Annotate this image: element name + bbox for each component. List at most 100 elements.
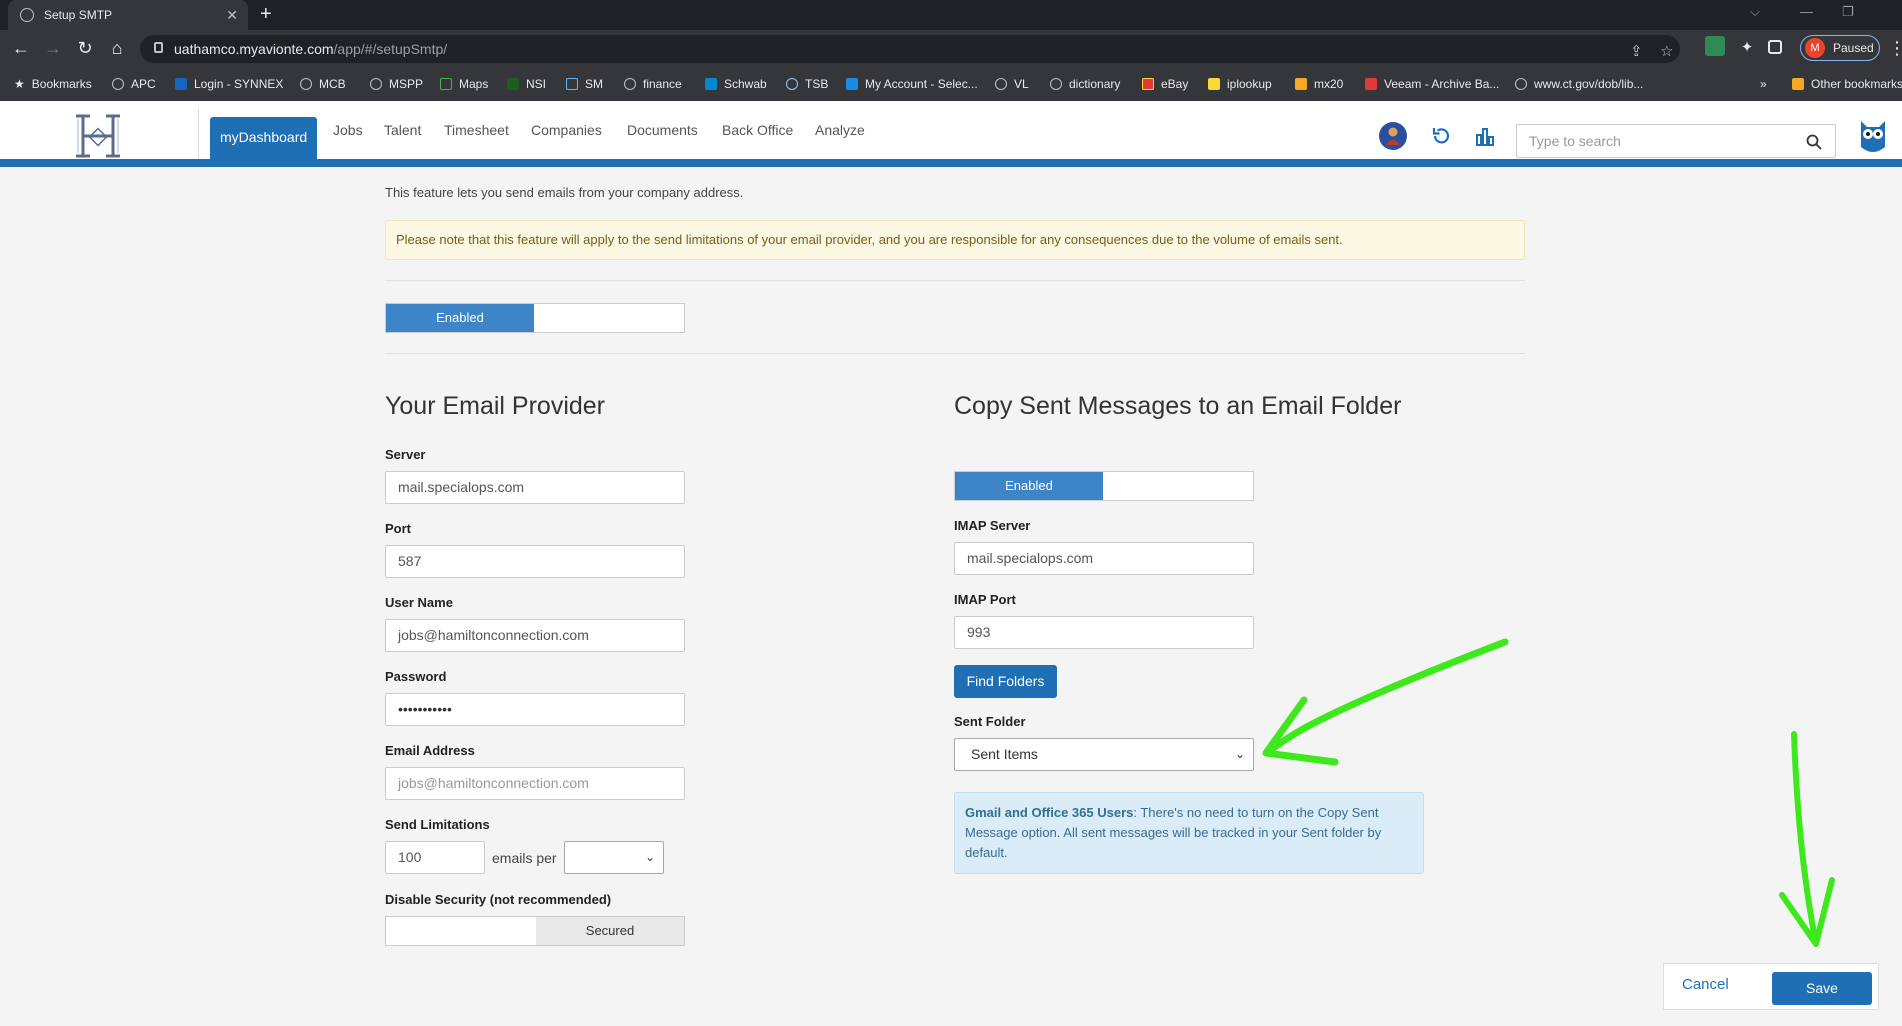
bookmark-item[interactable]: VL [995,77,1029,91]
bookmark-label: NSI [526,77,547,91]
sent-folder-select[interactable]: Sent Items ⌄ [954,738,1254,771]
tsb-icon [786,78,798,90]
bookmark-label: www.ct.gov/dob/lib... [1534,77,1644,91]
send-limit-period-select[interactable]: ⌄ [564,841,664,874]
minimize-icon[interactable]: — [1800,4,1813,19]
bookmark-item[interactable]: iplookup [1208,77,1272,91]
hamilton-logo[interactable] [72,113,124,159]
schwab-icon [705,78,717,90]
imap-port-input[interactable]: 993 [954,616,1254,649]
find-folders-button[interactable]: Find Folders [954,665,1057,698]
bookmark-label: MSPP [389,77,424,91]
tab-title: Setup SMTP [44,8,113,22]
bookmark-item[interactable]: Maps [440,77,488,91]
security-toggle[interactable]: Secured [385,916,685,946]
forward-icon[interactable]: → [42,38,64,59]
port-label: Port [385,521,411,536]
youtube-icon [1365,78,1377,90]
nav-back-office[interactable]: Back Office [722,101,793,159]
globe-icon [995,78,1007,90]
url-path: /app/#/setupSmtp/ [333,41,448,57]
bookmark-item[interactable]: ★ Bookmarks [14,77,92,91]
star-icon: ★ [14,77,25,91]
bookmark-item[interactable]: Other bookmarks [1792,77,1902,91]
tab-search-icon[interactable]: ⌵ [1750,4,1760,20]
smtp-enabled-toggle[interactable]: Enabled [385,303,685,333]
bookmark-item[interactable]: Schwab [705,77,767,91]
bookmark-label: VL [1014,77,1029,91]
bookmark-item[interactable]: NSI [507,77,546,91]
ebay-icon [1142,78,1154,90]
bookmark-item[interactable]: www.ct.gov/dob/lib... [1515,77,1643,91]
send-limit-input[interactable]: 100 [385,841,485,874]
bookmark-item[interactable]: dictionary [1050,77,1120,91]
nav-talent[interactable]: Talent [384,101,421,159]
form-actions: Cancel Save [1663,963,1879,1010]
bookmark-label: My Account - Selec... [865,77,978,91]
bookmark-item[interactable]: finance [624,77,682,91]
nav-analyze[interactable]: Analyze [815,101,865,159]
browser-tab[interactable]: Setup SMTP ✕ [8,0,248,30]
bookmark-item[interactable]: SM [566,77,603,91]
home-icon[interactable]: ⌂ [106,38,128,59]
bookmark-item[interactable]: APC [112,77,156,91]
bookmark-item[interactable]: Login - SYNNEX [175,77,283,91]
menu-kebab-icon[interactable]: ⋮ [1886,38,1902,59]
profile-button[interactable]: M Paused [1800,35,1880,61]
search-icon[interactable] [1806,134,1822,150]
mcb-icon [300,78,312,90]
nav-jobs[interactable]: Jobs [333,101,363,159]
address-bar[interactable]: uathamco.myavionte.com/app/#/setupSmtp/ … [140,35,1680,63]
history-icon[interactable] [1430,125,1452,147]
copy-sent-toggle[interactable]: Enabled [954,471,1254,501]
google-icon [624,78,636,90]
bookmark-item[interactable]: MSPP [370,77,423,91]
nav-companies[interactable]: Companies [531,101,602,159]
bookmark-item[interactable]: eBay [1142,77,1188,91]
password-input[interactable]: ••••••••••• [385,693,685,726]
imap-server-input[interactable]: mail.specialops.com [954,542,1254,575]
extensions-puzzle-icon[interactable]: ✦ [1736,38,1758,56]
bookmarks-bar: ★ Bookmarks APC Login - SYNNEX MCB MSPP M… [0,68,1902,101]
intro-text: This feature lets you send emails from y… [385,185,744,200]
bookmark-item[interactable]: mx20 [1295,77,1343,91]
nav-documents[interactable]: Documents [627,101,698,159]
toggle-off-label: Secured [536,917,684,945]
server-input[interactable]: mail.specialops.com [385,471,685,504]
port-input[interactable]: 587 [385,545,685,578]
close-tab-icon[interactable]: ✕ [226,7,238,24]
sidepanel-icon[interactable] [1768,40,1782,54]
cancel-button[interactable]: Cancel [1682,976,1729,993]
nav-timesheet[interactable]: Timesheet [444,101,509,159]
user-avatar-icon[interactable] [1378,121,1408,151]
bookmarks-overflow-icon[interactable]: » [1760,77,1767,91]
chevron-down-icon: ⌄ [644,850,655,864]
server-label: Server [385,447,426,462]
divider [385,353,1525,354]
imap-server-label: IMAP Server [954,518,1031,533]
bookmark-item[interactable]: TSB [786,77,828,91]
email-address-input[interactable]: jobs@hamiltonconnection.com [385,767,685,800]
bookmark-star-icon[interactable]: ☆ [1660,42,1673,60]
restore-icon[interactable]: ❐ [1842,4,1854,20]
extension-check-icon[interactable] [1705,36,1725,56]
ns-icon [507,78,519,90]
globe-icon [112,78,124,90]
reload-icon[interactable]: ↻ [74,38,96,59]
new-tab-icon[interactable]: + [260,3,272,26]
back-icon[interactable]: ← [10,38,32,59]
bookmark-label: MCB [319,77,346,91]
bookmark-item[interactable]: Veeam - Archive Ba... [1365,77,1499,91]
bookmark-label: Maps [459,77,489,91]
share-icon[interactable]: ⇪ [1630,42,1643,60]
nav-mydashboard[interactable]: myDashboard [210,117,318,167]
analytics-bars-icon[interactable] [1474,125,1496,147]
maps-icon [440,78,452,90]
bookmark-item[interactable]: MCB [300,77,346,91]
username-input[interactable]: jobs@hamiltonconnection.com [385,619,685,652]
bookmark-item[interactable]: My Account - Selec... [846,77,978,91]
save-button[interactable]: Save [1772,972,1872,1005]
owl-helper-icon[interactable] [1858,115,1888,155]
globe-icon [20,8,34,22]
global-search-input[interactable]: Type to search [1516,124,1836,158]
